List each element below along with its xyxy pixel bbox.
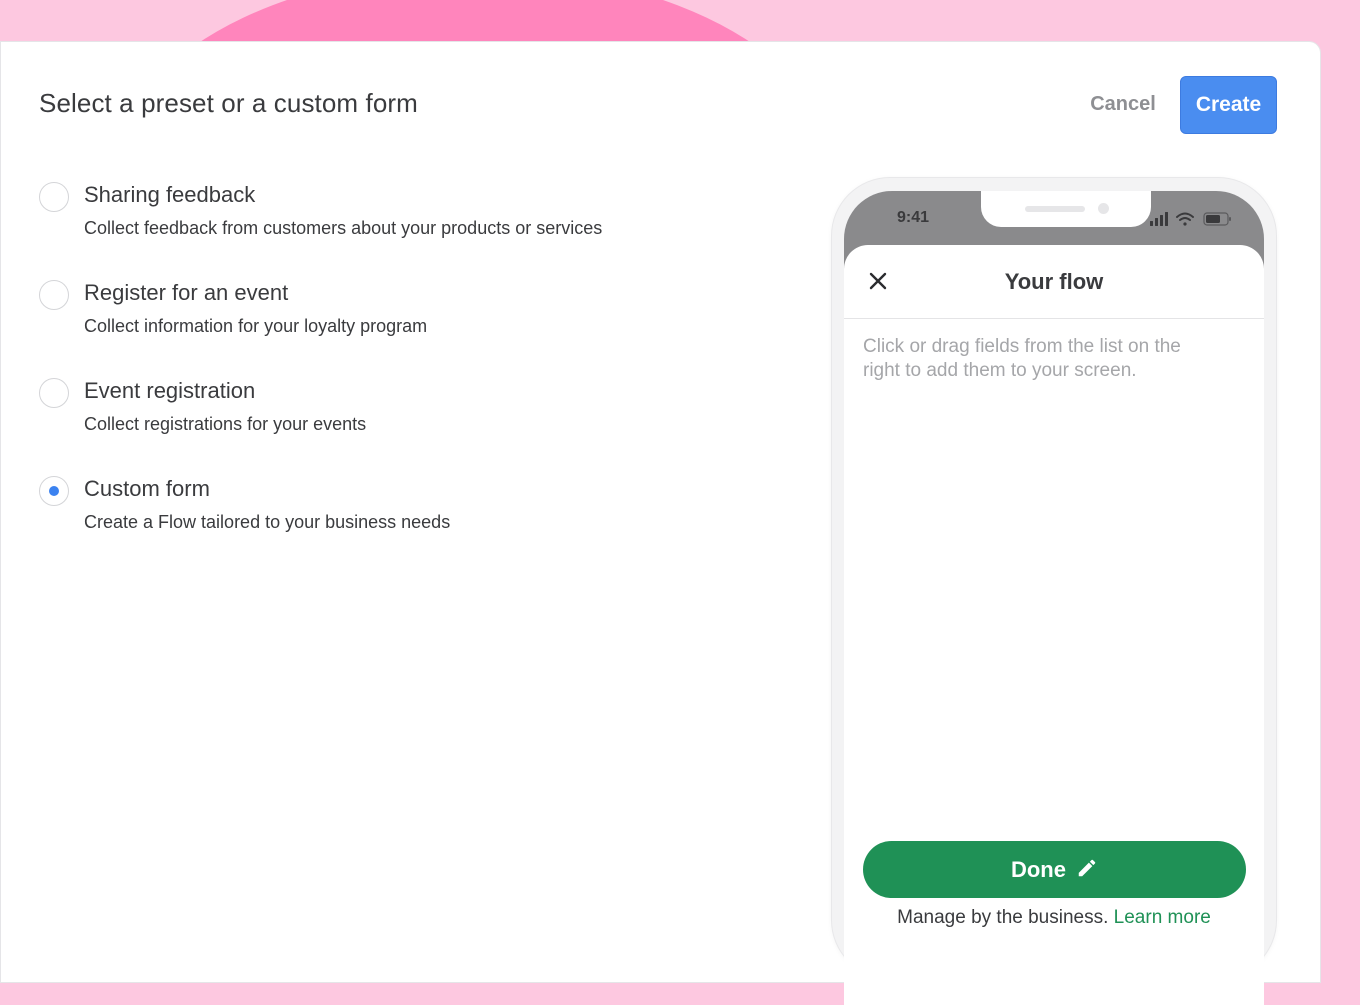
option-custom-form[interactable]: Custom form Create a Flow tailored to yo… bbox=[39, 474, 679, 554]
phone-notch bbox=[981, 191, 1151, 227]
option-description: Collect registrations for your events bbox=[84, 414, 367, 434]
phone-screen: Your flow Click or drag fields from the … bbox=[844, 245, 1264, 1005]
option-sharing-feedback[interactable]: Sharing feedback Collect feedback from c… bbox=[39, 180, 679, 260]
dialog-title: Select a preset or a custom form bbox=[39, 88, 418, 118]
radio-button[interactable] bbox=[39, 182, 69, 212]
signal-icon bbox=[1150, 212, 1168, 226]
option-title: Custom form bbox=[84, 476, 210, 501]
speaker-grill bbox=[1025, 206, 1085, 212]
radio-button[interactable] bbox=[39, 280, 69, 310]
cancel-button[interactable]: Cancel bbox=[1082, 76, 1164, 132]
radio-button-selected[interactable] bbox=[39, 476, 69, 506]
status-icons bbox=[1150, 212, 1231, 226]
option-description: Collect feedback from customers about yo… bbox=[84, 218, 603, 238]
empty-state-text: Click or drag fields from the list on th… bbox=[863, 336, 1181, 381]
status-time: 9:41 bbox=[897, 209, 930, 226]
option-title: Register for an event bbox=[84, 280, 289, 305]
done-button[interactable]: Done bbox=[863, 841, 1246, 898]
option-register-for-event[interactable]: Register for an event Collect informatio… bbox=[39, 278, 679, 358]
pencil-icon bbox=[1078, 859, 1096, 876]
flow-header: Your flow bbox=[844, 245, 1264, 319]
flow-title: Your flow bbox=[1004, 269, 1104, 294]
radio-dot bbox=[49, 486, 59, 496]
option-title: Sharing feedback bbox=[84, 182, 256, 207]
phone-preview: 9:41 Your flow Click or drag fields from… bbox=[832, 178, 1276, 1005]
option-description: Create a Flow tailored to your business … bbox=[84, 512, 451, 532]
radio-button[interactable] bbox=[39, 378, 69, 408]
camera-dot bbox=[1098, 203, 1109, 214]
option-event-registration[interactable]: Event registration Collect registrations… bbox=[39, 376, 679, 456]
footer-text: Manage by the business. bbox=[897, 907, 1109, 928]
footer-note: Manage by the business. Learn more bbox=[844, 907, 1264, 929]
learn-more-link[interactable]: Learn more bbox=[1114, 907, 1211, 928]
wifi-icon bbox=[1176, 212, 1194, 226]
create-button[interactable]: Create bbox=[1180, 76, 1277, 134]
option-description: Collect information for your loyalty pro… bbox=[84, 316, 428, 336]
option-title: Event registration bbox=[84, 378, 256, 403]
battery-icon bbox=[1203, 212, 1231, 226]
done-label: Done bbox=[1010, 856, 1066, 882]
